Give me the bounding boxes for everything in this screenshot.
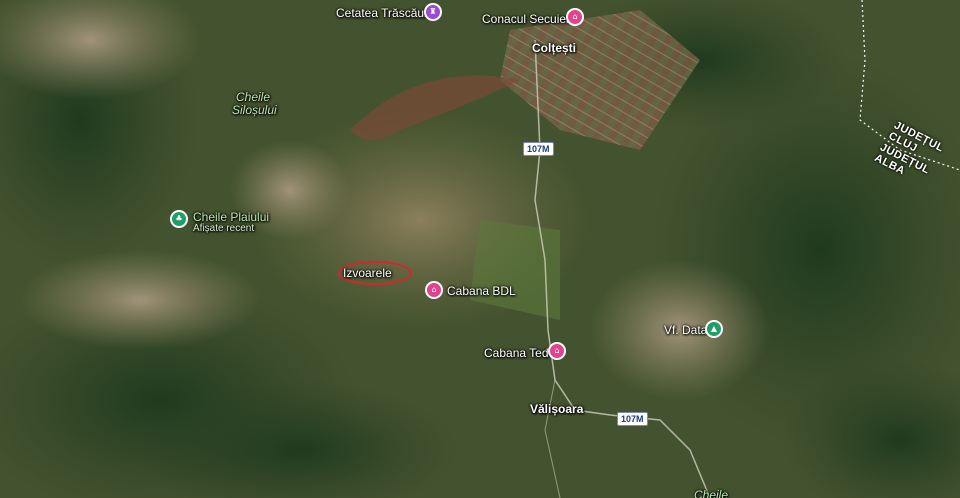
road-shield-107m-bottom: 107M	[617, 412, 648, 426]
hotel-icon: ⌂	[572, 12, 578, 21]
peak-pin-vf-data[interactable]: ▲	[705, 320, 723, 338]
hotel-icon: ⌂	[554, 346, 560, 355]
castle-pin[interactable]: ♜	[424, 3, 442, 21]
hotel-pin-cabana-teds[interactable]: ⌂	[548, 342, 566, 360]
place-label-cabana-teds[interactable]: Cabana Ted's	[484, 346, 557, 360]
hotel-pin-conacul[interactable]: ⌂	[566, 8, 584, 26]
park-pin-cheile-plaiului[interactable]: ♣	[170, 210, 188, 228]
satellite-map[interactable]: Cetatea Trăscăului ♜ Conacul Secuiesc ⌂ …	[0, 0, 960, 498]
place-label-cheile-bottom[interactable]: Cheile	[694, 488, 728, 498]
recently-viewed-label: Afișate recent	[193, 223, 255, 234]
hotel-icon: ⌂	[431, 285, 437, 294]
place-label-cetatea-trascaului[interactable]: Cetatea Trăscăului	[336, 6, 436, 20]
place-label-vf-data[interactable]: Vf. Data	[664, 323, 707, 337]
place-label-cabana-bdl[interactable]: Cabana BDL	[447, 284, 516, 298]
place-label-coltesti[interactable]: Colțești	[532, 41, 576, 55]
place-label-izvoarele[interactable]: Izvoarele	[343, 266, 392, 280]
hotel-pin-cabana-bdl[interactable]: ⌂	[425, 281, 443, 299]
castle-icon: ♜	[429, 7, 437, 16]
satellite-terrain[interactable]	[0, 0, 960, 498]
place-label-conacul-secuiesc[interactable]: Conacul Secuiesc	[482, 12, 578, 26]
tree-icon: ♣	[175, 214, 183, 223]
place-label-valisoara[interactable]: Vălișoara	[530, 402, 583, 416]
mountain-icon: ▲	[710, 324, 718, 333]
place-label-cheile-silosului-2[interactable]: Siloșului	[232, 103, 277, 117]
place-label-cheile-silosului-1[interactable]: Cheile	[236, 90, 270, 104]
road-shield-107m-top: 107M	[523, 142, 554, 156]
place-label-cheile-plaiului[interactable]: Cheile Plaiului	[193, 210, 269, 224]
